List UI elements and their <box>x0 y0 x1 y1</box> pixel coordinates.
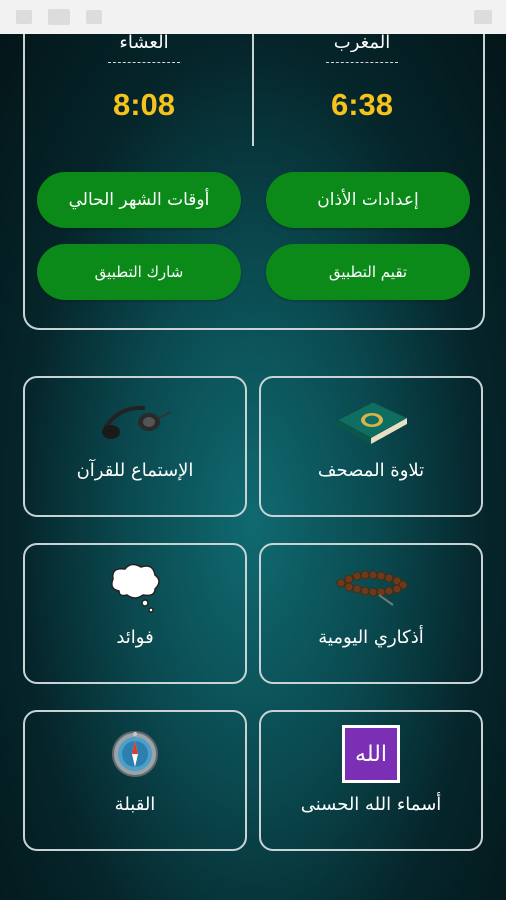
prayer-time: 6:38 <box>330 87 394 122</box>
rate-app-button[interactable]: تقيم التطبيق <box>266 244 470 300</box>
prayer-isha: العشاء 8:08 <box>54 34 234 123</box>
play-icon <box>86 10 102 24</box>
tile-label: أسماء الله الحسنى <box>300 794 442 815</box>
daily-adhkar-tile[interactable]: أذكاري اليومية <box>259 543 483 684</box>
adhan-settings-button[interactable]: إعدادات الأذان <box>266 172 470 228</box>
tile-label: تلاوة المصحف <box>317 460 425 481</box>
share-app-button[interactable]: شارك التطبيق <box>37 244 241 300</box>
image-icon <box>48 9 70 25</box>
battery-icon <box>474 10 492 24</box>
benefits-tile[interactable]: فوائد <box>23 543 247 684</box>
month-times-button[interactable]: أوقات الشهر الحالي <box>37 172 241 228</box>
tile-label: الإستماع للقرآن <box>76 460 194 481</box>
prayer-dash <box>326 62 398 63</box>
status-bar <box>0 0 506 34</box>
thought-cloud-icon <box>95 557 175 617</box>
prayer-divider <box>252 34 254 146</box>
qibla-tile[interactable]: القبلة <box>23 710 247 851</box>
read-mushaf-tile[interactable]: تلاوة المصحف <box>259 376 483 517</box>
prayer-maghrib: المغرب 6:38 <box>272 34 452 123</box>
notification-icon <box>16 10 32 24</box>
prayer-name: المغرب <box>333 34 391 52</box>
compass-icon <box>95 724 175 784</box>
allah-calligraphy-icon: الله <box>331 724 411 784</box>
allah-calligraphy-text: الله <box>345 728 397 780</box>
headphones-icon <box>95 390 175 450</box>
prayer-name: العشاء <box>119 34 169 52</box>
names-of-allah-tile[interactable]: الله أسماء الله الحسنى <box>259 710 483 851</box>
prayer-dash <box>108 62 180 63</box>
prayer-beads-icon <box>331 557 411 617</box>
tile-label: فوائد <box>116 627 154 648</box>
tile-label: القبلة <box>114 794 156 815</box>
listen-quran-tile[interactable]: الإستماع للقرآن <box>23 376 247 517</box>
tile-label: أذكاري اليومية <box>318 627 424 648</box>
prayer-time: 8:08 <box>112 87 176 122</box>
quran-book-icon <box>331 390 411 450</box>
